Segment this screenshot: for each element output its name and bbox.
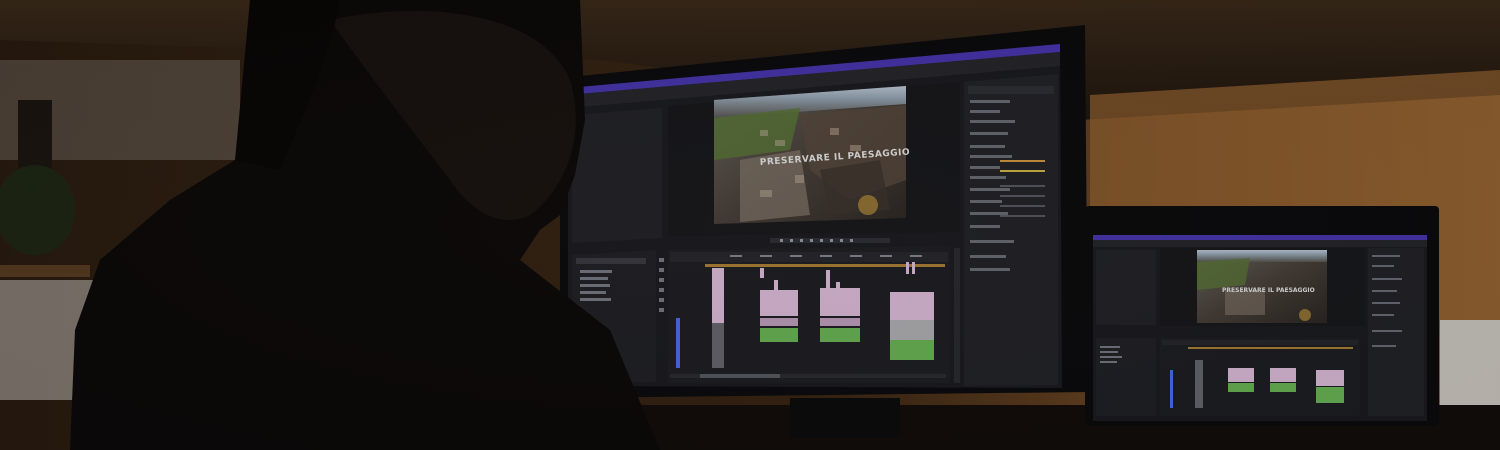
photo-scene: PRESERVARE IL PAESAGGIO PRESERVARE IL PA… [0,0,1500,450]
scene-illustration: PRESERVARE IL PAESAGGIO PRESERVARE IL PA… [0,0,1500,450]
vignette [0,0,1500,450]
